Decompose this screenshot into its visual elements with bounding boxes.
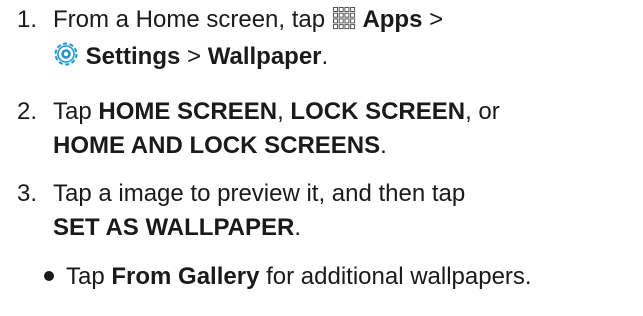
bullet-icon [44,271,54,282]
apps-grid-icon [332,6,356,40]
settings-gear-icon [53,41,79,77]
step-line: HOME AND LOCK SCREENS. [53,132,387,159]
step-line: Tap a image to preview it, and then tap [53,180,466,207]
step-number: 2. [17,98,38,125]
step-body: Tap a image to preview it, and then tap … [53,177,637,245]
step-number: 3. [17,180,38,207]
step-line: SET AS WALLPAPER. [53,214,302,241]
step-line: Settings > Wallpaper. [53,40,637,77]
instructions: 1. From a Home screen, tap Apps > Settin… [0,0,643,316]
step-body: From a Home screen, tap Apps > Settings … [53,3,637,77]
step-number: 1. [17,6,38,33]
bullet-item: Tap From Gallery for additional wallpape… [36,260,636,294]
step-body: Tap HOME SCREEN, LOCK SCREEN, or HOME AN… [53,95,637,163]
step-line: From a Home screen, tap Apps > [53,3,637,40]
step-line: Tap HOME SCREEN, LOCK SCREEN, or [53,98,500,125]
